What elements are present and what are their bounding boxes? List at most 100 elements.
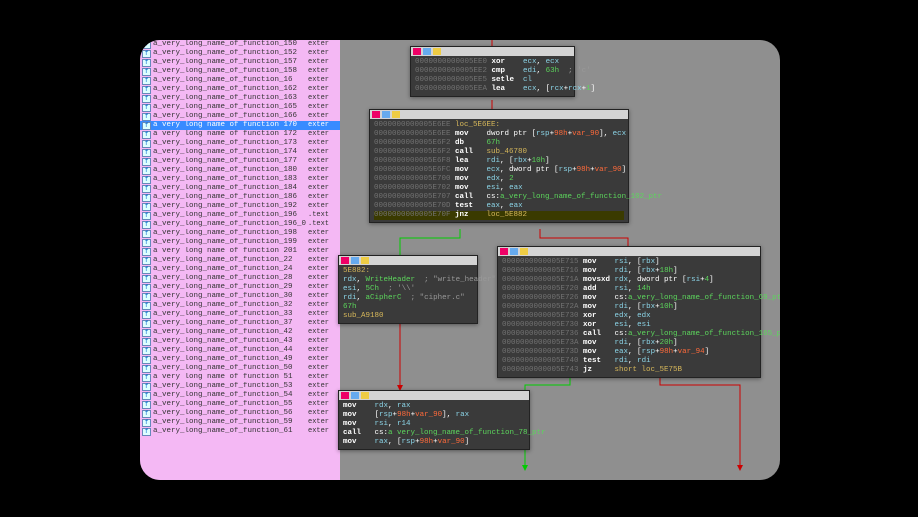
node-header[interactable] xyxy=(411,47,574,56)
node-header-icon[interactable] xyxy=(341,392,349,399)
node-header-icon[interactable] xyxy=(382,111,390,118)
function-row[interactable]: fa_very_long_name_of_function_157exter xyxy=(140,58,340,67)
disasm-line[interactable]: 0000000000005E73A mov rdi, [rbx+20h] xyxy=(502,339,756,348)
function-row[interactable]: fa very long name of function 170exter xyxy=(140,121,340,130)
function-row[interactable]: fa_very_long_name_of_function_199exter xyxy=(140,238,340,247)
disasm-line[interactable]: sub_A9180 xyxy=(343,312,473,321)
function-row[interactable]: fa_very_long_name_of_function_162exter xyxy=(140,85,340,94)
node-header-icon[interactable] xyxy=(413,48,421,55)
function-row[interactable]: fa_very_long_name_of_function_37exter xyxy=(140,319,340,328)
function-row[interactable]: fa_very_long_name_of_function_152exter xyxy=(140,49,340,58)
disasm-line[interactable]: 0000000000005EE0 xor ecx, ecx xyxy=(415,58,570,67)
disasm-line[interactable]: 0000000000005EE2 cmp edi, 63h ; 'c' xyxy=(415,67,570,76)
node-header[interactable] xyxy=(339,391,529,400)
function-row[interactable]: fa_very_long_name_of_function_183exter xyxy=(140,175,340,184)
node-header-icon[interactable] xyxy=(341,257,349,264)
node-header-icon[interactable] xyxy=(392,111,400,118)
node-header-icon[interactable] xyxy=(372,111,380,118)
disasm-line[interactable]: 0000000000005E736 call cs:a_very_long_na… xyxy=(502,330,756,339)
function-row[interactable]: fa_very_long_name_of_function_166exter xyxy=(140,112,340,121)
disasm-line[interactable]: 0000000000005E700 mov edx, 2 xyxy=(374,175,624,184)
function-row[interactable]: fa_very_long_name_of_function_43exter xyxy=(140,337,340,346)
node-header-icon[interactable] xyxy=(351,392,359,399)
function-row[interactable]: fa_very_long_name_of_function_16exter xyxy=(140,76,340,85)
functions-sidebar[interactable]: fa_very_long_name_of_function_150exterfa… xyxy=(140,40,340,480)
disasm-line[interactable]: 0000000000005E730 xor edx, edx xyxy=(502,312,756,321)
disasm-line[interactable]: 0000000000005E743 jz short loc_5E75B xyxy=(502,366,756,375)
disasm-node[interactable]: 5E882:rdx, WriteHeader ; "write_header"e… xyxy=(338,255,478,324)
disasm-line[interactable]: 0000000000005E702 mov esi, eax xyxy=(374,184,624,193)
function-row[interactable]: fa_very_long_name_of_function_59exter xyxy=(140,418,340,427)
disasm-graph[interactable]: 0000000000005EE0 xor ecx, ecx00000000000… xyxy=(340,40,780,480)
function-row[interactable]: fa_very_long_name_of_function_184exter xyxy=(140,184,340,193)
function-row[interactable]: fa_very_long_name_of_function_180exter xyxy=(140,166,340,175)
node-header-icon[interactable] xyxy=(500,248,508,255)
disasm-node[interactable]: mov rdx, raxmov [rsp+98h+var_90], raxmov… xyxy=(338,390,530,450)
disasm-line[interactable]: 0000000000005E720 add rsi, 14h xyxy=(502,285,756,294)
function-row[interactable]: fa very long name of function 51exter xyxy=(140,373,340,382)
disasm-line[interactable]: 0000000000005E70D test eax, eax xyxy=(374,202,624,211)
node-header[interactable] xyxy=(498,247,760,256)
function-row[interactable]: fa_very_long_name_of_function_33exter xyxy=(140,310,340,319)
disasm-line[interactable]: mov [rsp+98h+var_90], rax xyxy=(343,411,525,420)
function-row[interactable]: fa_very_long_name_of_function_61exter xyxy=(140,427,340,436)
disasm-line[interactable]: rdi, aCipherC ; "cipher.c" xyxy=(343,294,473,303)
function-row[interactable]: fa_very_long_name_of_function_42exter xyxy=(140,328,340,337)
disasm-line[interactable]: 67h xyxy=(343,303,473,312)
disasm-line[interactable]: 0000000000005E73D mov eax, [rsp+98h+var_… xyxy=(502,348,756,357)
function-row[interactable]: fa_very_long_name_of_function_55exter xyxy=(140,400,340,409)
node-header-icon[interactable] xyxy=(433,48,441,55)
function-row[interactable]: fa_very_long_name_of_function_186exter xyxy=(140,193,340,202)
function-row[interactable]: fa_very_long_name_of_function_196.text xyxy=(140,211,340,220)
function-row[interactable]: fa_very_long_name_of_function_158exter xyxy=(140,67,340,76)
function-row[interactable]: fa_very_long_name_of_function_49exter xyxy=(140,355,340,364)
function-row[interactable]: fa very long name of function 201exter xyxy=(140,247,340,256)
node-header-icon[interactable] xyxy=(510,248,518,255)
node-header-icon[interactable] xyxy=(351,257,359,264)
disasm-line[interactable]: 0000000000005EE5 setle cl xyxy=(415,76,570,85)
disasm-line[interactable]: 0000000000005E6EE mov dword ptr [rsp+98h… xyxy=(374,130,624,139)
disasm-line[interactable]: 0000000000005E71A movsxd rdx, dword ptr … xyxy=(502,276,756,285)
function-row[interactable]: fa_very_long_name_of_function_150exter xyxy=(140,40,340,49)
function-row[interactable]: fa_very_long_name_of_function_165exter xyxy=(140,103,340,112)
disasm-line[interactable]: mov rax, [rsp+98h+var_90] xyxy=(343,438,525,447)
function-row[interactable]: fa_very_long_name_of_function_29exter xyxy=(140,283,340,292)
function-row[interactable]: fa_very_long_name_of_function_50exter xyxy=(140,364,340,373)
disasm-line[interactable]: 0000000000005E707 call cs:a_very_long_na… xyxy=(374,193,624,202)
disasm-line[interactable]: esi, 5Ch ; '\\' xyxy=(343,285,473,294)
function-row[interactable]: fa_very_long_name_of_function_174exter xyxy=(140,148,340,157)
function-row[interactable]: fa_very_long_name_of_function_56exter xyxy=(140,409,340,418)
function-row[interactable]: fa_very_long_name_of_function_30exter xyxy=(140,292,340,301)
disasm-node[interactable]: 0000000000005E6EE loc_5E6EE:000000000000… xyxy=(369,109,629,223)
function-row[interactable]: fa_very_long_name_of_function_196_0.text xyxy=(140,220,340,229)
function-row[interactable]: fa_very_long_name_of_function_44exter xyxy=(140,346,340,355)
function-row[interactable]: fa_very_long_name_of_function_22exter xyxy=(140,256,340,265)
disasm-line[interactable]: 0000000000005E6EE loc_5E6EE: xyxy=(374,121,624,130)
disasm-line[interactable]: 0000000000005EEA lea ecx, [rcx+rcx+1] xyxy=(415,85,570,94)
disasm-line[interactable]: 0000000000005E716 mov rdi, [rbx+18h] xyxy=(502,267,756,276)
node-header[interactable] xyxy=(370,110,628,119)
node-header[interactable] xyxy=(339,256,477,265)
node-header-icon[interactable] xyxy=(423,48,431,55)
function-row[interactable]: fa_very_long_name_of_function_173exter xyxy=(140,139,340,148)
disasm-line[interactable]: 5E882: xyxy=(343,267,473,276)
function-row[interactable]: fa very long name of function 172exter xyxy=(140,130,340,139)
disasm-line[interactable]: 0000000000005E6F2 db 67h xyxy=(374,139,624,148)
disasm-node[interactable]: 0000000000005EE0 xor ecx, ecx00000000000… xyxy=(410,46,575,97)
disasm-line[interactable]: 0000000000005E740 test rdi, rdi xyxy=(502,357,756,366)
function-row[interactable]: fa_very_long_name_of_function_163exter xyxy=(140,94,340,103)
disasm-line[interactable]: 0000000000005E730 xor esi, esi xyxy=(502,321,756,330)
disasm-line[interactable]: call cs:a very_long_name_of_function_78_… xyxy=(343,429,525,438)
node-header-icon[interactable] xyxy=(361,257,369,264)
function-row[interactable]: fa_very_long_name_of_function_28exter xyxy=(140,274,340,283)
node-header-icon[interactable] xyxy=(361,392,369,399)
function-row[interactable]: fa_very_long_name_of_function_53exter xyxy=(140,382,340,391)
disasm-line[interactable]: 0000000000005E6F8 lea rdi, [rbx+10h] xyxy=(374,157,624,166)
disasm-line[interactable]: rdx, WriteHeader ; "write_header" xyxy=(343,276,473,285)
function-row[interactable]: fa_very_long_name_of_function_32exter xyxy=(140,301,340,310)
disasm-line[interactable]: 0000000000005E6F2 call sub_46780 xyxy=(374,148,624,157)
node-header-icon[interactable] xyxy=(520,248,528,255)
disasm-node[interactable]: 0000000000005E715 mov rsi, [rbx]00000000… xyxy=(497,246,761,378)
function-row[interactable]: fa_very_long_name_of_function_54exter xyxy=(140,391,340,400)
function-row[interactable]: fa_very_long_name_of_function_177exter xyxy=(140,157,340,166)
